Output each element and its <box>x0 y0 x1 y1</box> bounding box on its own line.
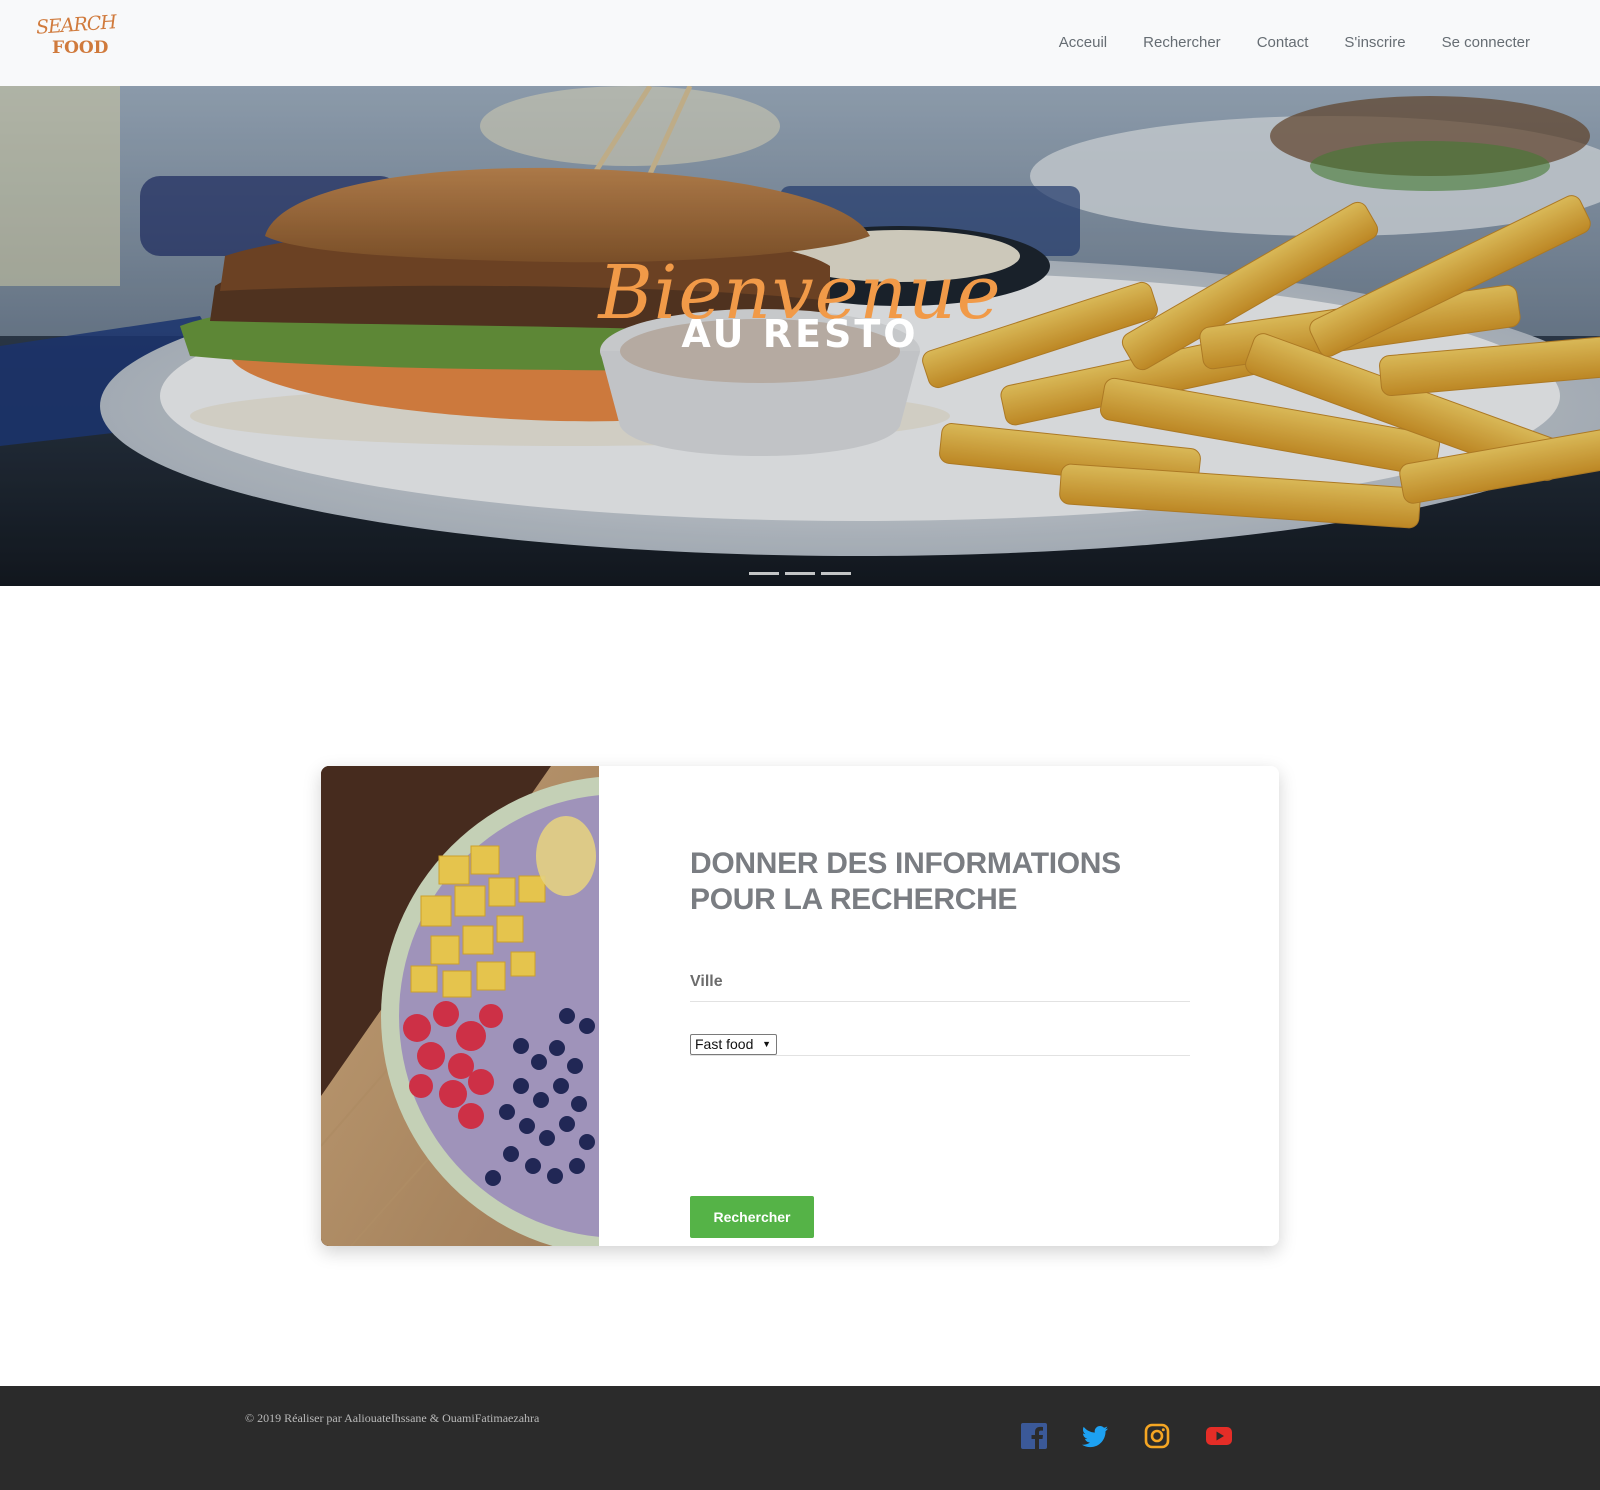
category-select[interactable]: Fast food ▼ <box>690 1034 777 1055</box>
carousel-indicators <box>749 572 851 575</box>
brand-logo[interactable]: SEARCH FOOD <box>35 11 117 66</box>
search-card: DONNER DES INFORMATIONS POUR LA RECHERCH… <box>321 766 1279 1246</box>
youtube-icon[interactable] <box>1205 1422 1233 1450</box>
footer: © 2019 Réaliser par AaliouateIhssane & O… <box>0 1386 1600 1490</box>
nav-link-rechercher[interactable]: Rechercher <box>1143 34 1221 51</box>
rechercher-button[interactable]: Rechercher <box>690 1196 814 1238</box>
nav-link-se-connecter[interactable]: Se connecter <box>1442 34 1530 51</box>
carousel-indicator-1[interactable] <box>749 572 779 575</box>
nav-link-contact[interactable]: Contact <box>1257 34 1309 51</box>
facebook-icon[interactable] <box>1020 1422 1048 1450</box>
category-field-wrapper: Fast food ▼ <box>690 1034 1190 1056</box>
nav-link-sinscrire[interactable]: S'inscrire <box>1344 34 1405 51</box>
twitter-icon[interactable] <box>1081 1422 1109 1450</box>
nav-links: Acceuil Rechercher Contact S'inscrire Se… <box>1059 34 1530 51</box>
navbar: SEARCH FOOD Acceuil Rechercher Contact S… <box>0 0 1600 86</box>
ville-input[interactable] <box>690 964 1190 1000</box>
brand-logo-line2: FOOD <box>52 38 109 58</box>
category-select-value: Fast food <box>695 1036 754 1052</box>
form-title: DONNER DES INFORMATIONS POUR LA RECHERCH… <box>690 847 1121 916</box>
ville-field-wrapper <box>690 964 1190 1002</box>
brand-logo-line1: SEARCH <box>35 11 117 39</box>
search-form: DONNER DES INFORMATIONS POUR LA RECHERCH… <box>690 846 1190 1238</box>
instagram-icon[interactable] <box>1143 1422 1171 1450</box>
dropdown-caret-icon: ▼ <box>762 1039 771 1049</box>
hero-carousel: Bienvenue AU RESTO <box>0 86 1600 586</box>
hero-title: AU RESTO <box>681 312 919 356</box>
nav-link-acceuil[interactable]: Acceuil <box>1059 34 1107 51</box>
carousel-indicator-3[interactable] <box>821 572 851 575</box>
footer-copyright: © 2019 Réaliser par AaliouateIhssane & O… <box>245 1411 540 1425</box>
card-fruit-bowl-image <box>321 766 599 1246</box>
carousel-indicator-2[interactable] <box>785 572 815 575</box>
fruit-bowl-illustration <box>321 766 599 1246</box>
